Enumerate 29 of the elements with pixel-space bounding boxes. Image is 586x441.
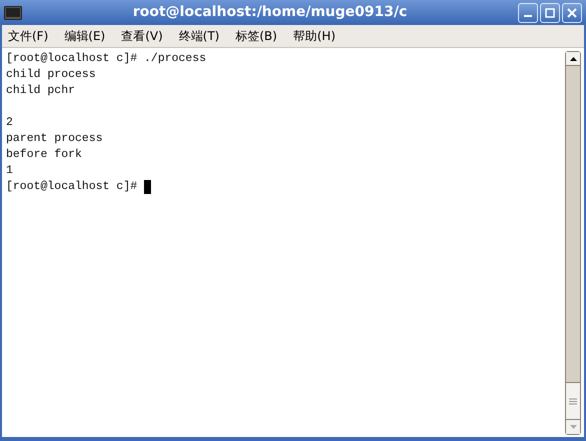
scroll-thumb[interactable] bbox=[566, 382, 580, 420]
close-button[interactable] bbox=[562, 2, 582, 22]
text-cursor bbox=[144, 180, 152, 194]
menu-item[interactable]: 终端(T) bbox=[176, 27, 222, 45]
terminal-line: [root@localhost c]# bbox=[6, 179, 138, 195]
menu-item[interactable]: 标签(B) bbox=[234, 27, 280, 45]
terminal-icon bbox=[4, 6, 22, 20]
menu-item[interactable]: 帮助(H) bbox=[291, 27, 338, 45]
minimize-icon bbox=[524, 14, 532, 16]
down-arrow-icon bbox=[570, 425, 576, 429]
window-title: root@localhost:/home/muge0913/c bbox=[132, 3, 408, 22]
grip-icon bbox=[569, 398, 577, 404]
terminal-line: child pchr bbox=[6, 83, 76, 99]
menu-item[interactable]: 编辑(E) bbox=[62, 27, 108, 45]
terminal-line: parent process bbox=[6, 131, 103, 147]
up-arrow-icon bbox=[570, 56, 576, 60]
close-icon bbox=[567, 8, 577, 18]
terminal-line: before fork bbox=[6, 147, 82, 163]
scrollbar[interactable] bbox=[565, 51, 581, 435]
terminal-line: [root@localhost c]# ./process bbox=[6, 51, 206, 67]
minimize-button[interactable] bbox=[518, 2, 538, 22]
terminal-line: child process bbox=[6, 67, 96, 83]
menu-item[interactable]: 查看(V) bbox=[119, 27, 165, 45]
terminal-line: 2 bbox=[6, 115, 13, 131]
terminal-line: 1 bbox=[6, 163, 13, 179]
menu-item[interactable]: 文件(F) bbox=[6, 27, 50, 45]
maximize-icon bbox=[545, 8, 555, 18]
scroll-up-button[interactable] bbox=[566, 52, 580, 66]
maximize-button[interactable] bbox=[540, 2, 560, 22]
